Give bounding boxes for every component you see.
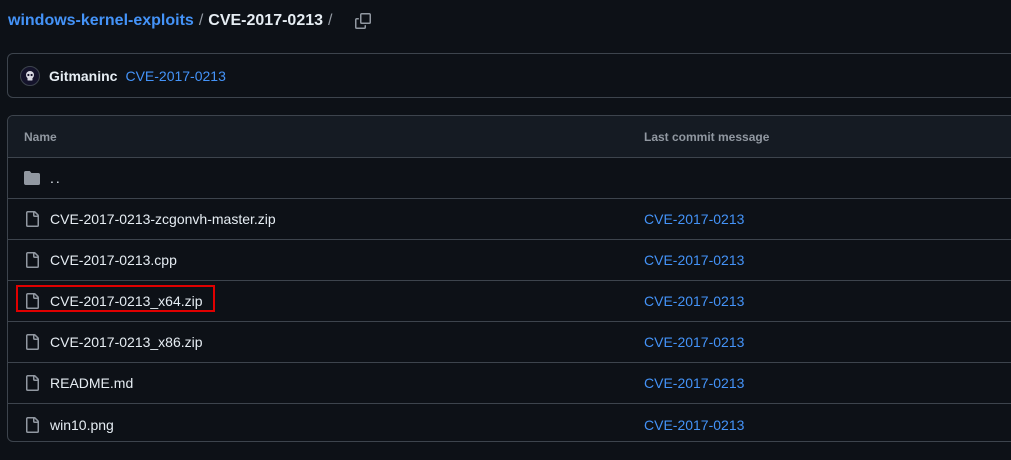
- file-name-link[interactable]: README.md: [50, 375, 133, 391]
- file-icon: [24, 211, 40, 227]
- table-row[interactable]: README.md CVE-2017-0213: [8, 363, 1011, 404]
- table-row[interactable]: win10.png CVE-2017-0213: [8, 404, 1011, 441]
- parent-directory-row[interactable]: ..: [8, 158, 1011, 199]
- avatar[interactable]: [20, 65, 40, 86]
- file-name-link[interactable]: CVE-2017-0213.cpp: [50, 252, 177, 268]
- copy-path-button[interactable]: [351, 9, 375, 33]
- file-icon: [24, 416, 40, 433]
- copy-icon: [355, 13, 372, 29]
- file-icon: [24, 252, 40, 268]
- commit-message-link[interactable]: CVE-2017-0213: [644, 211, 744, 227]
- file-table: Name Last commit message .. CVE-2017-021…: [7, 115, 1011, 442]
- table-row[interactable]: CVE-2017-0213.cpp CVE-2017-0213: [8, 240, 1011, 281]
- commit-author-link[interactable]: Gitmaninc: [49, 68, 117, 84]
- breadcrumb: windows-kernel-exploits / CVE-2017-0213 …: [8, 10, 375, 32]
- file-name-link[interactable]: CVE-2017-0213_x86.zip: [50, 334, 203, 350]
- file-name-link[interactable]: CVE-2017-0213-zcgonvh-master.zip: [50, 211, 276, 227]
- file-icon: [24, 293, 40, 309]
- breadcrumb-repo-link[interactable]: windows-kernel-exploits: [8, 12, 194, 30]
- commit-message-link[interactable]: CVE-2017-0213: [644, 293, 744, 309]
- commit-message-link[interactable]: CVE-2017-0213: [644, 417, 744, 433]
- folder-icon: [24, 170, 40, 186]
- column-header-name: Name: [24, 129, 57, 144]
- file-icon: [24, 334, 40, 350]
- breadcrumb-trailing-separator: /: [328, 12, 333, 29]
- breadcrumb-current-folder: CVE-2017-0213: [208, 12, 324, 29]
- commit-message-link[interactable]: CVE-2017-0213: [644, 252, 744, 268]
- column-header-last-commit: Last commit message: [644, 129, 770, 144]
- table-header: Name Last commit message: [8, 116, 1011, 158]
- commit-message-link[interactable]: CVE-2017-0213: [644, 334, 744, 350]
- table-row[interactable]: CVE-2017-0213-zcgonvh-master.zip CVE-201…: [8, 199, 1011, 240]
- commit-message-link[interactable]: CVE-2017-0213: [644, 375, 744, 391]
- table-row[interactable]: CVE-2017-0213_x86.zip CVE-2017-0213: [8, 322, 1011, 363]
- table-row[interactable]: CVE-2017-0213_x64.zip CVE-2017-0213: [8, 281, 1011, 322]
- commit-message-link[interactable]: CVE-2017-0213: [125, 68, 225, 84]
- file-name-link[interactable]: win10.png: [50, 417, 114, 433]
- parent-directory-link[interactable]: ..: [50, 170, 62, 186]
- skull-avatar-icon: [26, 70, 34, 80]
- latest-commit-bar: Gitmaninc CVE-2017-0213: [7, 53, 1011, 98]
- breadcrumb-separator: /: [198, 12, 204, 29]
- file-icon: [24, 375, 40, 391]
- file-name-link[interactable]: CVE-2017-0213_x64.zip: [50, 293, 203, 309]
